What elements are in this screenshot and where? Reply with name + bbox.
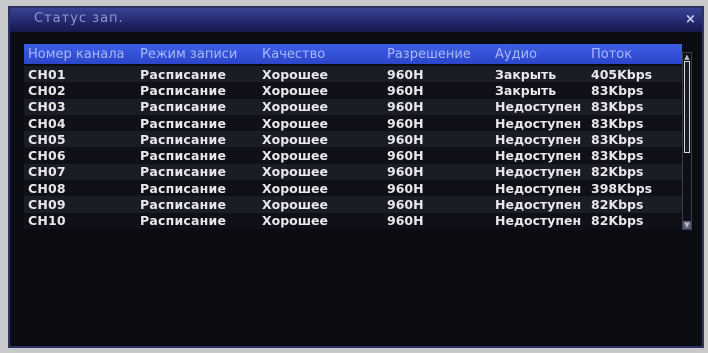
table-row[interactable]: CH08 Расписание Хорошее 960H Недоступен 398Kb… (24, 180, 682, 197)
cell-audio: Недоступен (495, 99, 582, 115)
cell-stream: 83Kbps (591, 115, 644, 131)
cell-stream: 82Kbps (591, 213, 644, 229)
cell-record-mode: Расписание (140, 180, 227, 196)
cell-stream: 82Kbps (591, 164, 644, 180)
cell-stream: 398Kbps (591, 180, 653, 196)
cell-quality: Хорошее (262, 148, 328, 164)
cell-audio: Недоступен (495, 115, 582, 131)
cell-resolution: 960H (387, 66, 424, 82)
table-row[interactable]: CH07 Расписание Хорошее 960H Недоступен 82Kbp… (24, 163, 682, 181)
col-header-record-mode: Режим записи (140, 46, 238, 62)
cell-resolution: 960H (387, 82, 424, 98)
arrow-down-icon[interactable]: ▼ (683, 221, 691, 229)
table-body: CH01 Расписание Хорошее 960H Закрыть 405Kbps C… (24, 66, 682, 229)
titlebar: Статус зап. × (10, 8, 702, 32)
cell-resolution: 960H (387, 148, 424, 164)
cell-channel: CH06 (28, 148, 66, 164)
cell-record-mode: Расписание (140, 197, 227, 213)
cell-quality: Хорошее (262, 99, 328, 115)
cell-resolution: 960H (387, 213, 424, 229)
cell-resolution: 960H (387, 164, 424, 180)
cell-quality: Хорошее (262, 197, 328, 213)
cell-stream: 83Kbps (591, 131, 644, 147)
col-header-stream: Поток (591, 46, 633, 62)
table-row[interactable]: CH03 Расписание Хорошее 960H Недоступен 83Kbp… (24, 98, 682, 115)
cell-resolution: 960H (387, 115, 424, 131)
col-header-resolution: Разрешение (387, 46, 471, 62)
cell-channel: CH08 (28, 180, 66, 196)
cell-stream: 83Kbps (591, 148, 644, 164)
table-row[interactable]: CH10 Расписание Хорошее 960H Недоступен 82Kbp… (24, 212, 682, 229)
cell-quality: Хорошее (262, 131, 328, 147)
table-header: Номер канала Режим записи Качество Разре… (24, 44, 682, 64)
cell-record-mode: Расписание (140, 115, 227, 131)
cell-record-mode: Расписание (140, 164, 227, 180)
cell-audio: Недоступен (495, 197, 582, 213)
cell-resolution: 960H (387, 180, 424, 196)
cell-audio: Недоступен (495, 164, 582, 180)
cell-channel: CH01 (28, 66, 66, 82)
cell-audio: Закрыть (495, 66, 557, 82)
col-header-quality: Качество (262, 46, 326, 62)
record-status-table: Номер канала Режим записи Качество Разре… (24, 44, 682, 229)
cell-stream: 82Kbps (591, 197, 644, 213)
cell-channel: CH09 (28, 197, 66, 213)
col-header-audio: Аудио (495, 46, 537, 62)
cell-record-mode: Расписание (140, 82, 227, 98)
scrollbar-thumb[interactable] (684, 61, 690, 153)
cell-channel: CH02 (28, 82, 66, 98)
cell-audio: Недоступен (495, 131, 582, 147)
cell-audio: Недоступен (495, 180, 582, 196)
cell-record-mode: Расписание (140, 148, 227, 164)
cell-record-mode: Расписание (140, 99, 227, 115)
vertical-scrollbar[interactable]: ▲ ▼ (682, 52, 692, 230)
record-status-window: Статус зап. × Номер канала Режим записи … (8, 6, 704, 348)
table-row[interactable]: CH01 Расписание Хорошее 960H Закрыть 405Kbps (24, 66, 682, 83)
cell-stream: 83Kbps (591, 82, 644, 98)
table-row[interactable]: CH04 Расписание Хорошее 960H Недоступен 83Kbp… (24, 114, 682, 132)
cell-quality: Хорошее (262, 180, 328, 196)
cell-resolution: 960H (387, 131, 424, 147)
table-row[interactable]: CH02 Расписание Хорошее 960H Закрыть 83Kbps (24, 82, 682, 99)
cell-channel: CH04 (28, 115, 66, 131)
table-row[interactable]: CH06 Расписание Хорошее 960H Недоступен 83Kbp… (24, 147, 682, 164)
col-header-channel: Номер канала (28, 46, 125, 62)
window-title: Статус зап. (34, 11, 124, 26)
cell-channel: CH03 (28, 99, 66, 115)
table-row[interactable]: CH05 Расписание Хорошее 960H Недоступен 83Kbp… (24, 131, 682, 148)
cell-channel: CH07 (28, 164, 66, 180)
cell-quality: Хорошее (262, 213, 328, 229)
cell-channel: CH10 (28, 213, 66, 229)
arrow-up-icon[interactable]: ▲ (683, 53, 691, 61)
cell-resolution: 960H (387, 197, 424, 213)
cell-audio: Закрыть (495, 82, 557, 98)
close-icon[interactable]: × (683, 13, 698, 27)
cell-record-mode: Расписание (140, 213, 227, 229)
cell-audio: Недоступен (495, 213, 582, 229)
table-row[interactable]: CH09 Расписание Хорошее 960H Недоступен 82Kbp… (24, 196, 682, 213)
cell-quality: Хорошее (262, 66, 328, 82)
cell-stream: 405Kbps (591, 66, 653, 82)
cell-quality: Хорошее (262, 164, 328, 180)
cell-quality: Хорошее (262, 115, 328, 131)
cell-record-mode: Расписание (140, 131, 227, 147)
cell-record-mode: Расписание (140, 66, 227, 82)
cell-resolution: 960H (387, 99, 424, 115)
cell-stream: 83Kbps (591, 99, 644, 115)
cell-quality: Хорошее (262, 82, 328, 98)
cell-channel: CH05 (28, 131, 66, 147)
cell-audio: Недоступен (495, 148, 582, 164)
